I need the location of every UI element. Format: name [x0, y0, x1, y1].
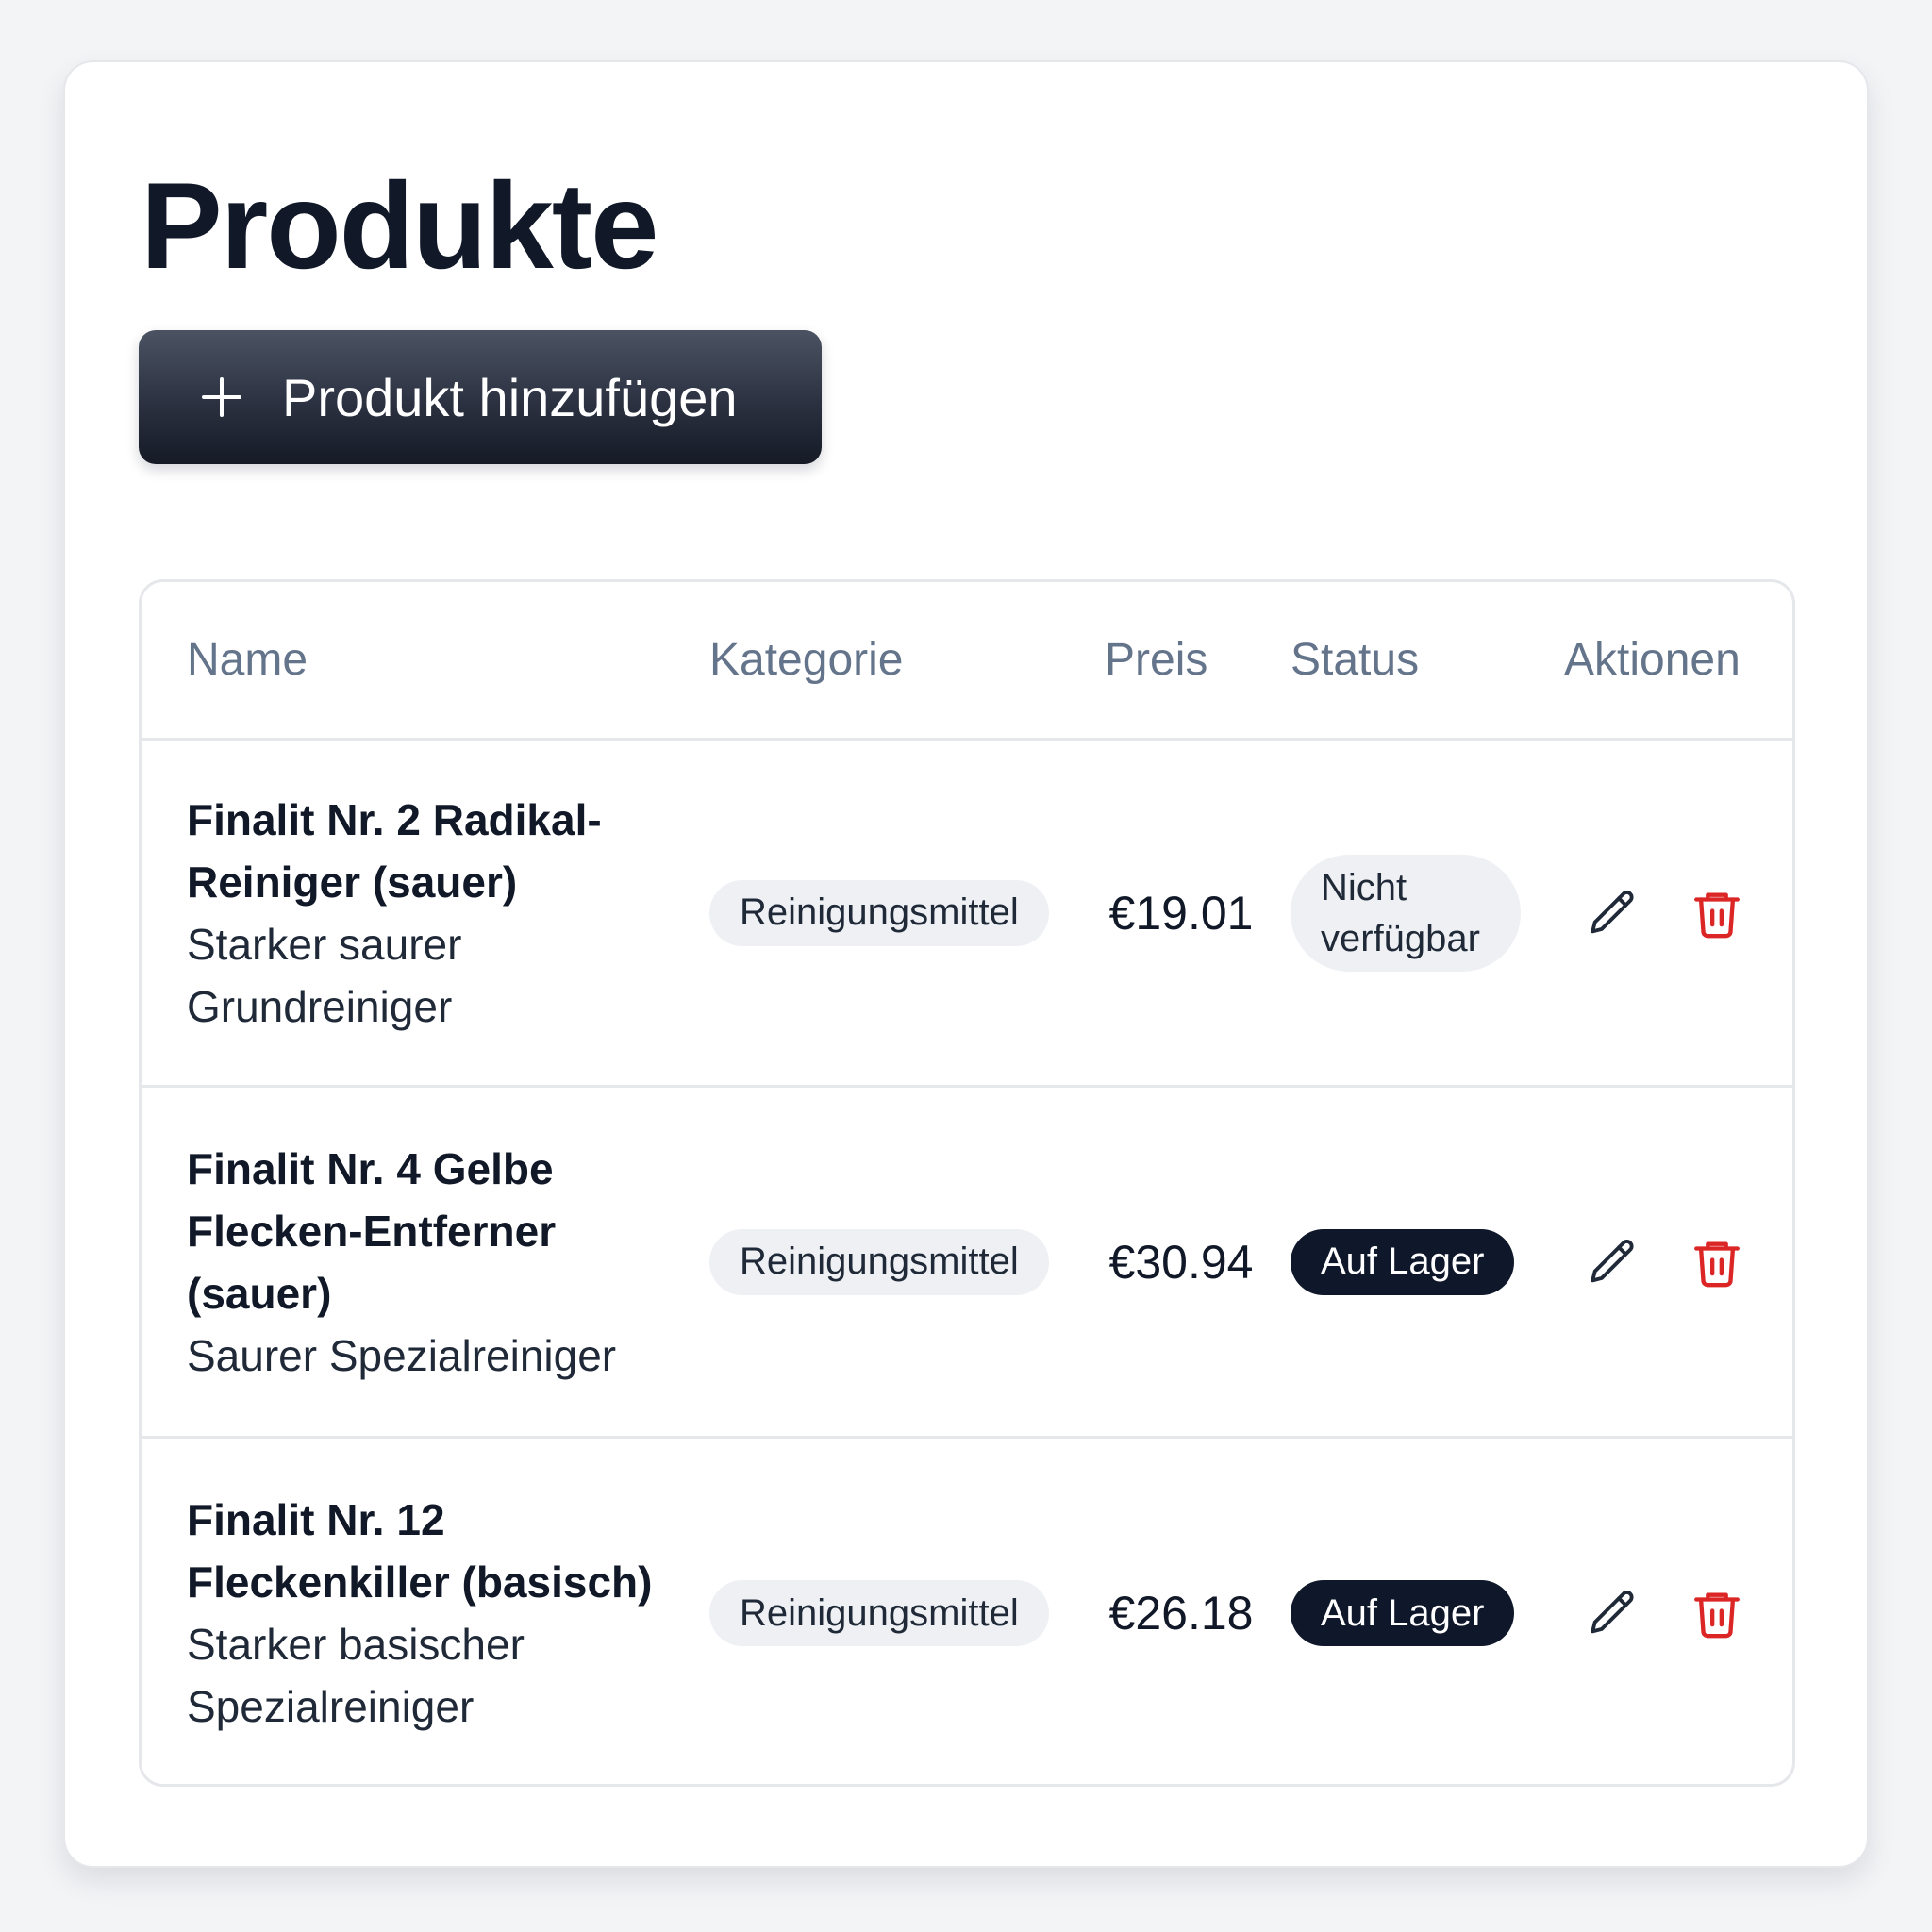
- edit-button[interactable]: [1583, 1583, 1643, 1643]
- add-product-label: Produkt hinzufügen: [282, 367, 738, 427]
- product-name-cell: Finalit Nr. 12 Fleckenkiller (basisch) S…: [187, 1489, 677, 1738]
- table-header: Name Kategorie Preis Status Aktionen: [142, 582, 1792, 741]
- products-table: Name Kategorie Preis Status Aktionen Fin…: [139, 579, 1795, 1787]
- pencil-icon: [1591, 1239, 1634, 1282]
- page-title: Produkte: [141, 157, 658, 294]
- column-header-name[interactable]: Name: [187, 634, 308, 686]
- pencil-icon: [1591, 1591, 1634, 1634]
- product-description: Starker saurer Grundreiniger: [187, 919, 462, 1031]
- product-price: €30.94: [1108, 1235, 1254, 1289]
- edit-button[interactable]: [1583, 1232, 1643, 1292]
- column-header-category[interactable]: Kategorie: [709, 634, 903, 686]
- product-description: Starker basischer Spezialreiniger: [187, 1620, 525, 1731]
- column-header-status[interactable]: Status: [1291, 634, 1419, 686]
- product-name: Finalit Nr. 12 Fleckenkiller (basisch): [187, 1495, 653, 1607]
- plus-icon: [202, 377, 242, 417]
- products-card: Produkte Produkt hinzufügen Name Kategor…: [63, 60, 1869, 1868]
- product-price: €19.01: [1108, 886, 1254, 940]
- category-badge: Reinigungsmittel: [709, 879, 1049, 946]
- product-description: Saurer Spezialreiniger: [187, 1330, 617, 1380]
- pencil-icon: [1591, 890, 1634, 933]
- product-name: Finalit Nr. 4 Gelbe Flecken-Entferner (s…: [187, 1143, 557, 1318]
- edit-button[interactable]: [1583, 883, 1643, 943]
- category-badge: Reinigungsmittel: [709, 1228, 1049, 1295]
- trash-icon: [1694, 1241, 1740, 1287]
- delete-button[interactable]: [1687, 1232, 1747, 1292]
- table-row: Finalit Nr. 4 Gelbe Flecken-Entferner (s…: [142, 1088, 1792, 1439]
- status-badge: Auf Lager: [1291, 1580, 1515, 1646]
- table-row: Finalit Nr. 12 Fleckenkiller (basisch) S…: [142, 1439, 1792, 1784]
- trash-icon: [1694, 891, 1740, 938]
- table-row: Finalit Nr. 2 Radikal-Reiniger (sauer) S…: [142, 741, 1792, 1088]
- delete-button[interactable]: [1687, 883, 1747, 943]
- add-product-button[interactable]: Produkt hinzufügen: [139, 330, 822, 464]
- product-price: €26.18: [1108, 1587, 1254, 1640]
- product-name-cell: Finalit Nr. 2 Radikal-Reiniger (sauer) S…: [187, 789, 677, 1038]
- trash-icon: [1694, 1592, 1740, 1639]
- status-badge: Auf Lager: [1291, 1228, 1515, 1295]
- product-name-cell: Finalit Nr. 4 Gelbe Flecken-Entferner (s…: [187, 1138, 677, 1387]
- column-header-price[interactable]: Preis: [1105, 634, 1208, 686]
- column-header-actions: Aktionen: [1564, 635, 1740, 685]
- category-badge: Reinigungsmittel: [709, 1580, 1049, 1646]
- delete-button[interactable]: [1687, 1583, 1747, 1643]
- status-badge: Nicht verfügbar: [1291, 854, 1521, 972]
- product-name: Finalit Nr. 2 Radikal-Reiniger (sauer): [187, 794, 602, 907]
